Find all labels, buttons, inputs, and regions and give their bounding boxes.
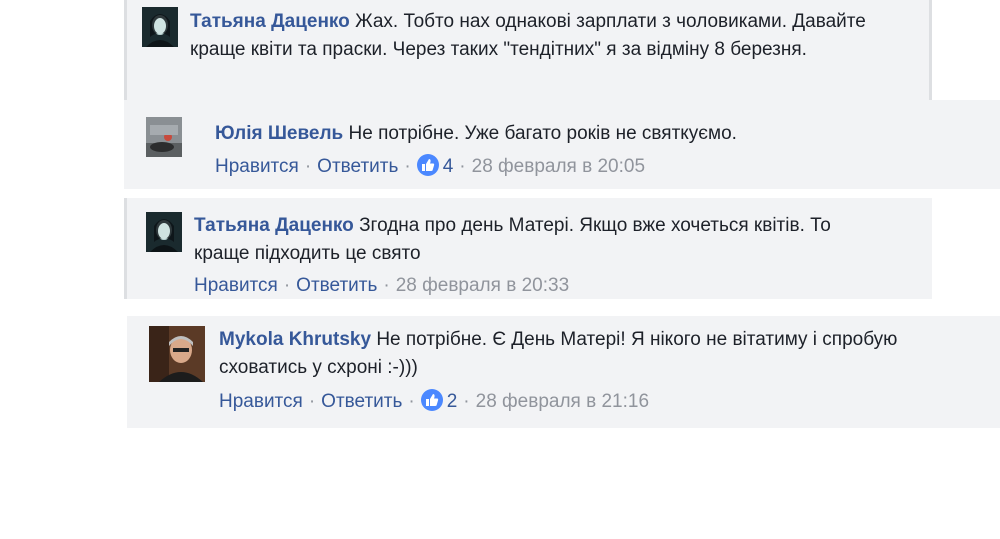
separator: · bbox=[283, 275, 291, 296]
like-count[interactable]: 4 bbox=[443, 156, 454, 177]
separator: · bbox=[304, 156, 312, 177]
thread-line bbox=[124, 198, 127, 299]
separator: · bbox=[383, 275, 390, 296]
like-icon[interactable] bbox=[420, 389, 443, 411]
avatar[interactable] bbox=[146, 212, 182, 252]
comment-actions: Нравится · Ответить · 4 · 28 февраля в 20:05 bbox=[215, 154, 645, 180]
separator: · bbox=[463, 391, 470, 412]
timestamp[interactable]: 28 февраля в 20:33 bbox=[396, 275, 569, 296]
comment-author[interactable]: Юлія Шевель bbox=[215, 123, 343, 144]
separator: · bbox=[459, 156, 466, 177]
timestamp[interactable]: 28 февраля в 20:05 bbox=[472, 156, 645, 177]
like-count[interactable]: 2 bbox=[447, 391, 458, 412]
separator: · bbox=[404, 156, 411, 177]
comment-body: Татьяна Даценко Згодна про день Матері. … bbox=[194, 212, 834, 268]
comment-author[interactable]: Татьяна Даценко bbox=[190, 11, 350, 32]
thread-line bbox=[929, 0, 932, 100]
thread-line bbox=[124, 0, 127, 100]
comment-actions: Нравится · Ответить · 28 февраля в 20:33 bbox=[194, 273, 569, 299]
like-icon[interactable] bbox=[416, 154, 439, 176]
avatar[interactable] bbox=[146, 117, 182, 157]
like-button[interactable]: Нравится bbox=[194, 275, 278, 296]
separator: · bbox=[408, 391, 415, 412]
timestamp[interactable]: 28 февраля в 21:16 bbox=[476, 391, 649, 412]
comment-body: Юлія Шевель Не потрібне. Уже багато рокі… bbox=[215, 120, 975, 148]
comment-actions: Нравится · Ответить · 2 · 28 февраля в 21:16 bbox=[219, 389, 649, 415]
avatar[interactable] bbox=[142, 7, 178, 47]
comment-block: Татьяна Даценко Згодна про день Матері. … bbox=[124, 198, 932, 299]
separator: · bbox=[308, 391, 316, 412]
comment-block: Mykola Khrutsky Не потрібне. Є День Мате… bbox=[127, 316, 1000, 428]
comment-author[interactable]: Mykola Khrutsky bbox=[219, 329, 371, 350]
comment-body: Mykola Khrutsky Не потрібне. Є День Мате… bbox=[219, 326, 899, 382]
reply-button[interactable]: Ответить bbox=[321, 391, 402, 412]
comment-block: Юлія Шевель Не потрібне. Уже багато рокі… bbox=[124, 100, 1000, 189]
avatar[interactable] bbox=[149, 326, 205, 382]
reply-button[interactable]: Ответить bbox=[296, 275, 377, 296]
like-button[interactable]: Нравится bbox=[219, 391, 303, 412]
comment-body: Татьяна Даценко Жах. Тобто нах однакові … bbox=[190, 8, 870, 64]
like-button[interactable]: Нравится bbox=[215, 156, 299, 177]
comment-block: Татьяна Даценко Жах. Тобто нах однакові … bbox=[124, 0, 932, 100]
comment-text: Не потрібне. Уже багато років не святкує… bbox=[348, 123, 737, 144]
reply-button[interactable]: Ответить bbox=[317, 156, 398, 177]
comment-author[interactable]: Татьяна Даценко bbox=[194, 215, 354, 236]
